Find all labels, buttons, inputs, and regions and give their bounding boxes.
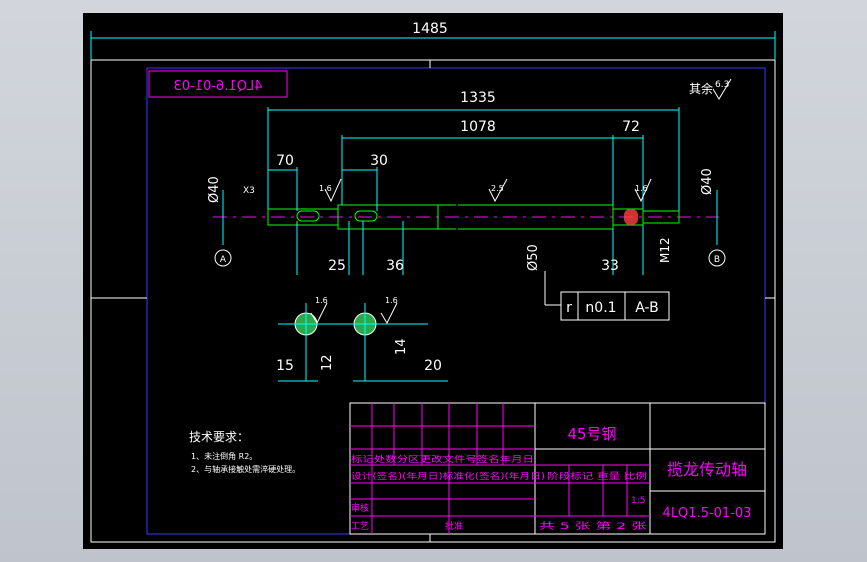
title-block-left-grid: [350, 403, 650, 534]
scale-value: 1:5: [631, 496, 645, 506]
tech-item-2: 2、与轴承接触处需淬硬处理。: [191, 464, 300, 474]
tolerance-datum: A-B: [635, 300, 658, 316]
overall-length-label: 1485: [412, 21, 448, 37]
roughness-r1: 1.6: [319, 184, 332, 193]
dim-33: 33: [601, 258, 619, 274]
roughness-r6: 1.6: [385, 296, 398, 305]
sheet-count: 共 5 张 第 2 张: [539, 520, 647, 532]
roughness-marks: [324, 178, 652, 203]
phi40-left: Ø40: [207, 176, 222, 203]
part-name: 揽龙传动轴: [667, 460, 747, 479]
process-label: 工艺: [351, 521, 369, 532]
chamfer-label: X3: [243, 186, 255, 196]
keyway-right: [354, 210, 378, 222]
tolerance-symbol: r: [566, 300, 572, 316]
dim-1078: 1078: [460, 119, 496, 135]
dim-72: 72: [622, 119, 640, 135]
roughness-r5: 1.6: [315, 296, 328, 305]
material: 45号钢: [567, 425, 616, 443]
drawing-canvas: 1485 4LQ1.6-01-03 其余 6.3 A B 1335 1078 7…: [83, 13, 783, 549]
keyway-left: [296, 210, 320, 222]
datum-a-label: A: [220, 255, 227, 265]
m12-label: M12: [658, 237, 672, 263]
row-design: 设计(签名)(年月日)标准化(签名)(年月日): [351, 471, 545, 482]
dim-12: 12: [320, 354, 335, 371]
tolerance-value: n0.1: [585, 300, 616, 316]
section-roughness-2: [380, 302, 398, 325]
cad-drawing: 1485 4LQ1.6-01-03 其余 6.3 A B 1335 1078 7…: [90, 21, 776, 543]
dim-25: 25: [328, 258, 346, 274]
roughness-r3: 2.5: [491, 184, 504, 193]
dim-36: 36: [386, 258, 404, 274]
mirrored-code: 4LQ1.6-01-03: [174, 79, 263, 94]
approve-label: 批准: [445, 520, 463, 532]
dim-1335: 1335: [460, 90, 496, 106]
dim-14: 14: [394, 338, 409, 355]
roughness-r4: 1.6: [635, 184, 648, 193]
row-mark: 标记处数分区更改文件号签名年月日: [351, 454, 534, 465]
dim-15: 15: [276, 358, 294, 374]
dim-70: 70: [276, 153, 294, 169]
stage-label: 阶段标记 重量 比例: [547, 471, 647, 482]
thread-hatch: [624, 209, 638, 225]
review-label: 审核: [351, 502, 369, 514]
dim-20: 20: [424, 358, 442, 374]
drawing-number: 4LQ1.5-01-03: [663, 506, 752, 521]
surface-note: 其余: [689, 81, 713, 96]
dim-30: 30: [370, 153, 388, 169]
tech-title: 技术要求：: [189, 430, 249, 444]
tech-item-1: 1、未注倒角 R2。: [191, 451, 257, 461]
phi40-right: Ø40: [700, 168, 715, 195]
datum-b-label: B: [714, 255, 720, 265]
phi50: Ø50: [526, 244, 541, 271]
